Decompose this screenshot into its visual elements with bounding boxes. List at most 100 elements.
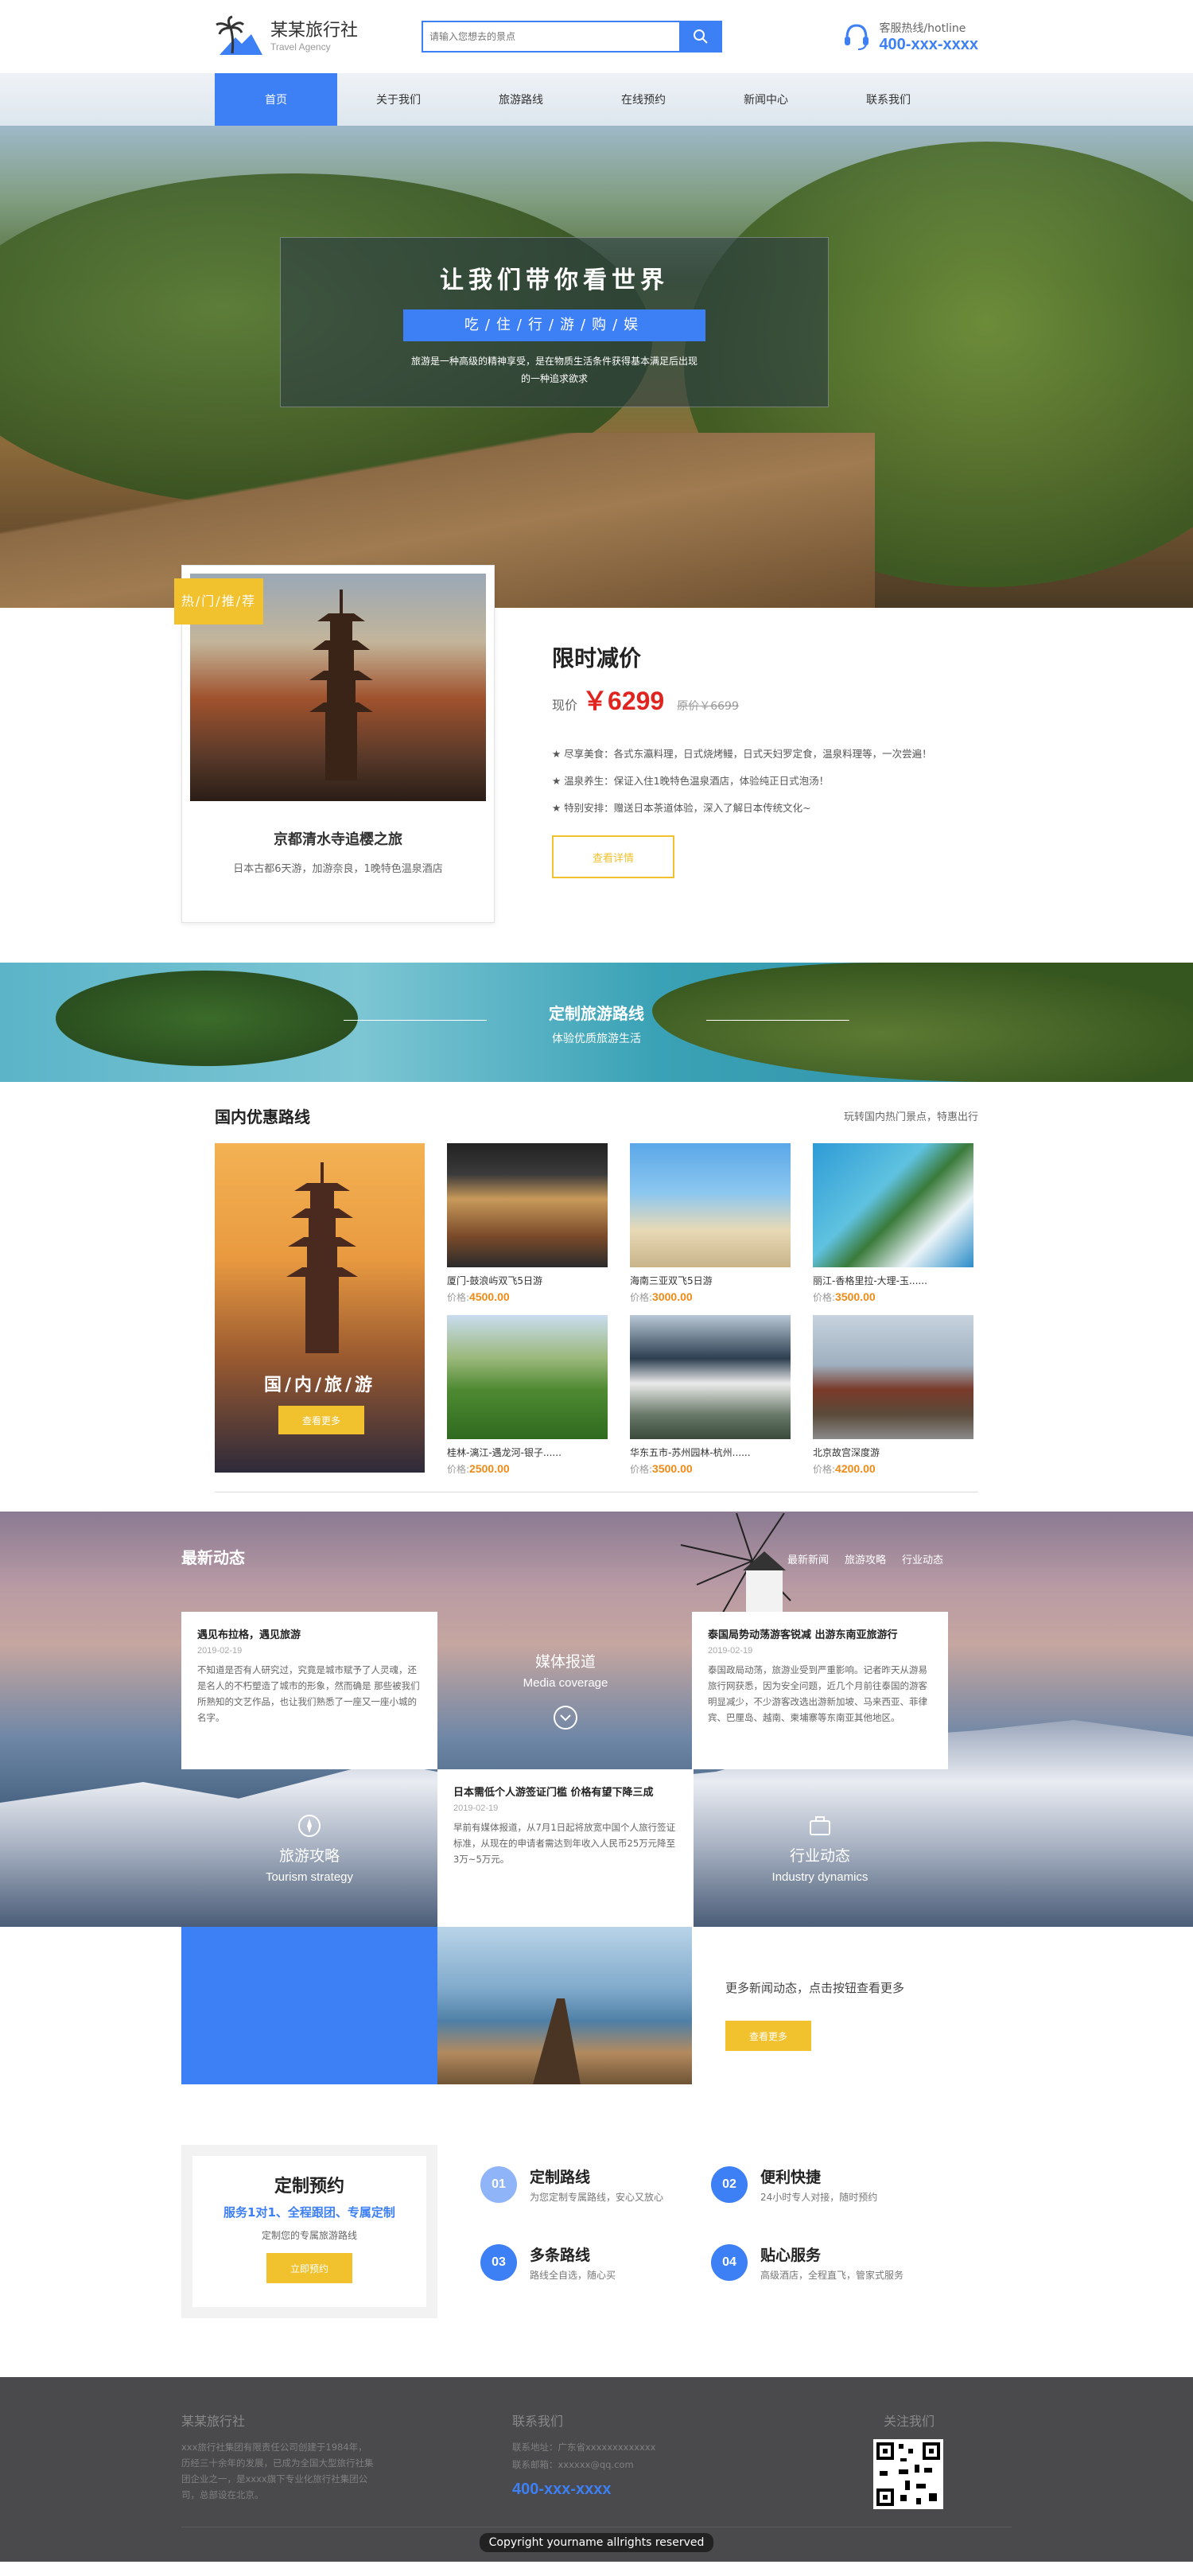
copyright: Copyright yourname allrights reserved: [0, 2533, 1193, 2552]
route-name: 桂林-漓江-遇龙河-银子......: [447, 1447, 562, 1458]
article-title: 遇见布拉格，遇见旅游: [197, 1629, 301, 1641]
booking-title: 定制预约: [274, 2177, 344, 2197]
book-now-button[interactable]: 立即预约: [266, 2253, 352, 2283]
domestic-main-card[interactable]: 国/内/旅/游 查看更多: [215, 1143, 425, 1473]
search-button[interactable]: [679, 21, 722, 53]
feature-desc: 24小时专人对接，随时预约: [760, 2192, 878, 2203]
hotline-number: 400-xxx-xxxx: [879, 35, 978, 53]
feature-title: 多条路线: [530, 2247, 591, 2264]
route-price: 价格:2500.00: [447, 1462, 510, 1475]
route-price: 价格:4500.00: [447, 1290, 510, 1303]
route-price: 价格:3500.00: [813, 1290, 876, 1303]
article-title: 泰国局势动荡游客锐减 出游东南亚旅游行: [708, 1629, 898, 1641]
route-name: 北京故宫深度游: [813, 1447, 880, 1458]
featured-card[interactable]: 热/门/推/荐 京都清水寺追樱之旅 日本古都6天游，加游奈良，1晚特色温泉酒店: [174, 565, 495, 923]
article-date: 2019-02-19: [453, 1804, 499, 1813]
feature-title: 便利快捷: [760, 2169, 822, 2186]
hero-tagline: 吃/住/行/游/购/娱: [403, 309, 705, 341]
custom-banner-subtitle: 体验优质旅游生活: [552, 1033, 641, 1045]
route-card[interactable]: 北京故宫深度游 价格:4200.00: [813, 1315, 973, 1476]
route-image: [447, 1315, 608, 1439]
news-section: 最新动态 最新新闻 旅游攻略 行业动态 遇见布拉格，遇见旅游 2019-02-1…: [0, 1512, 1193, 1927]
route-price: 价格:3500.00: [630, 1462, 693, 1475]
pagoda-icon: [286, 1162, 358, 1353]
footer: 某某旅行社 xxx旅行社集团有限责任公司创建于1984年，历经三十余年的发展，已…: [0, 2377, 1193, 2562]
feature-title: 贴心服务: [760, 2247, 822, 2264]
article-summary: 泰国政局动荡，旅游业受到严重影响。记者昨天从游易旅行网获悉，因为安全问题，近几个…: [708, 1664, 927, 1723]
featured-section: 热/门/推/荐 京都清水寺追樱之旅 日本古都6天游，加游奈良，1晚特色温泉酒店 …: [0, 565, 1193, 963]
article-date: 2019-02-19: [708, 1646, 753, 1656]
logo-subtitle: Travel Agency: [270, 41, 331, 53]
nav-item-home[interactable]: 首页: [215, 73, 337, 126]
domestic-more-button[interactable]: 查看更多: [278, 1406, 364, 1434]
feature-number: 04: [711, 2244, 748, 2281]
news-article-card[interactable]: 日本需低个人游签证门槛 价格有望下降三成 2019-02-19 早前有媒体报道，…: [437, 1769, 694, 1927]
route-price: 价格:3000.00: [630, 1290, 693, 1303]
footer-email: 联系邮箱：xxxxxx@qq.com: [512, 2459, 634, 2470]
chevron-down-circle-icon: [554, 1706, 577, 1730]
news-title: 最新动态: [181, 1548, 245, 1567]
feature-item: 04 贴心服务 高级酒店，全程直飞，管家式服务: [711, 2243, 942, 2282]
original-price: 原价￥6699: [677, 700, 739, 713]
tab-industry-news[interactable]: 行业动态: [902, 1551, 943, 1566]
news-article-card[interactable]: 泰国局势动荡游客锐减 出游东南亚旅游行 2019-02-19 泰国政局动荡，旅游…: [692, 1612, 948, 1769]
qr-code-icon: [873, 2439, 943, 2509]
route-card[interactable]: 厦门-鼓浪屿双飞5日游 价格:4500.00: [447, 1143, 608, 1304]
search-bar: [422, 21, 722, 53]
nav-item-about[interactable]: 关于我们: [337, 73, 460, 126]
category-title: 旅游攻略: [278, 1847, 340, 1865]
hotline: 客服热线/hotline 400-xxx-xxxx: [841, 20, 978, 54]
search-icon: [694, 29, 708, 44]
article-date: 2019-02-19: [197, 1646, 243, 1656]
footer-address: 联系地址：广东省xxxxxxxxxxxxx: [512, 2442, 656, 2453]
domestic-main-label: 国/内/旅/游: [263, 1376, 376, 1395]
category-subtitle: Media coverage: [523, 1676, 608, 1690]
domestic-grid: 厦门-鼓浪屿双飞5日游 价格:4500.00 海南三亚双飞5日游 价格:3000…: [447, 1143, 973, 1476]
route-card[interactable]: 桂林-漓江-遇龙河-银子...... 价格:2500.00: [447, 1315, 608, 1476]
news-more-button[interactable]: 查看更多: [725, 2021, 811, 2051]
feature-desc: 路线全自选，随心买: [530, 2270, 616, 2281]
nav-item-routes[interactable]: 旅游路线: [460, 73, 582, 126]
featured-points: ★ 尽享美食：各式东瀛料理，日式烧烤鳗，日式天妇罗定食，温泉料理等，一次尝遍！ …: [552, 745, 934, 818]
route-name: 丽江-香格里拉-大理-玉......: [813, 1275, 927, 1286]
featured-info: 限时减价 现价 ￥6299 原价￥6699 ★ 尽享美食：各式东瀛料理，日式烧烤鳗，…: [552, 641, 934, 878]
route-image: [630, 1143, 791, 1267]
route-card[interactable]: 海南三亚双飞5日游 价格:3000.00: [630, 1143, 791, 1304]
booking-card: 定制预约 服务1对1、全程跟团、专属定制 定制您的专属旅游路线 立即预约: [181, 2145, 437, 2318]
news-article-card[interactable]: 遇见布拉格，遇见旅游 2019-02-19 不知道是否有人研究过，究竟是城市赋予…: [181, 1612, 437, 1769]
booking-desc: 定制您的专属旅游路线: [261, 2230, 357, 2241]
featured-name[interactable]: 京都清水寺追樱之旅: [190, 828, 486, 849]
route-name: 厦门-鼓浪屿双飞5日游: [447, 1275, 542, 1286]
category-industry-dynamics[interactable]: 行业动态 Industry dynamics: [692, 1769, 948, 1927]
footer-contact-title: 联系我们: [512, 2414, 564, 2429]
search-input[interactable]: [422, 21, 679, 53]
logo-title: 某某旅行社: [270, 21, 359, 41]
feature-number: 02: [711, 2166, 748, 2203]
nav-item-booking[interactable]: 在线预约: [582, 73, 705, 126]
feature-title: 定制路线: [530, 2169, 591, 2186]
view-details-button[interactable]: 查看详情: [552, 835, 674, 878]
domestic-routes: 国内优惠路线 玩转国内热门景点，特惠出行 国/内/旅/游 查看更多 厦门-鼓浪屿…: [0, 1082, 1193, 1512]
category-media-coverage[interactable]: 媒体报道 Media coverage: [437, 1612, 694, 1769]
service-features: 01 定制路线 为您定制专属路线，安心又放心 02 便利快捷 24小时专人对接，随时…: [480, 2165, 942, 2282]
route-card[interactable]: 华东五市-苏州园林-杭州...... 价格:3500.00: [630, 1315, 791, 1476]
route-image: [813, 1143, 973, 1267]
logo[interactable]: 某某旅行社 Travel Agency: [215, 15, 422, 58]
pier-icon: [533, 1998, 581, 2084]
domestic-more-link[interactable]: 玩转国内热门景点，特惠出行: [844, 1108, 978, 1123]
custom-route-banner[interactable]: 定制旅游路线 体验优质旅游生活: [0, 963, 1193, 1082]
nav-item-contact[interactable]: 联系我们: [827, 73, 950, 126]
article-title: 日本需低个人游签证门槛 价格有望下降三成: [453, 1787, 654, 1799]
footer-contact: 联系我们 联系地址：广东省xxxxxxxxxxxxx 联系邮箱：xxxxxx@q…: [512, 2411, 719, 2499]
route-card[interactable]: 丽江-香格里拉-大理-玉...... 价格:3500.00: [813, 1143, 973, 1304]
nav-item-news[interactable]: 新闻中心: [705, 73, 827, 126]
tab-travel-guides[interactable]: 旅游攻略: [845, 1551, 886, 1566]
point-spa: ★ 温泉养生：保证入住1晚特色温泉酒店，体验纯正日式泡汤！: [552, 775, 830, 787]
hero-description: 旅游是一种高级的精神享受，是在物质生活条件获得基本满足后出现的一种追求欲求: [411, 356, 698, 384]
tab-latest-news[interactable]: 最新新闻: [787, 1551, 829, 1566]
feature-number: 01: [480, 2166, 517, 2203]
article-summary: 不知道是否有人研究过，究竟是城市赋予了人灵魂，还是名人的不朽塑造了城市的形象，然…: [197, 1664, 420, 1723]
news-tabs: 最新新闻 旅游攻略 行业动态: [787, 1551, 943, 1566]
category-tourism-strategy[interactable]: 旅游攻略 Tourism strategy: [181, 1769, 437, 1927]
route-name: 海南三亚双飞5日游: [630, 1275, 713, 1286]
